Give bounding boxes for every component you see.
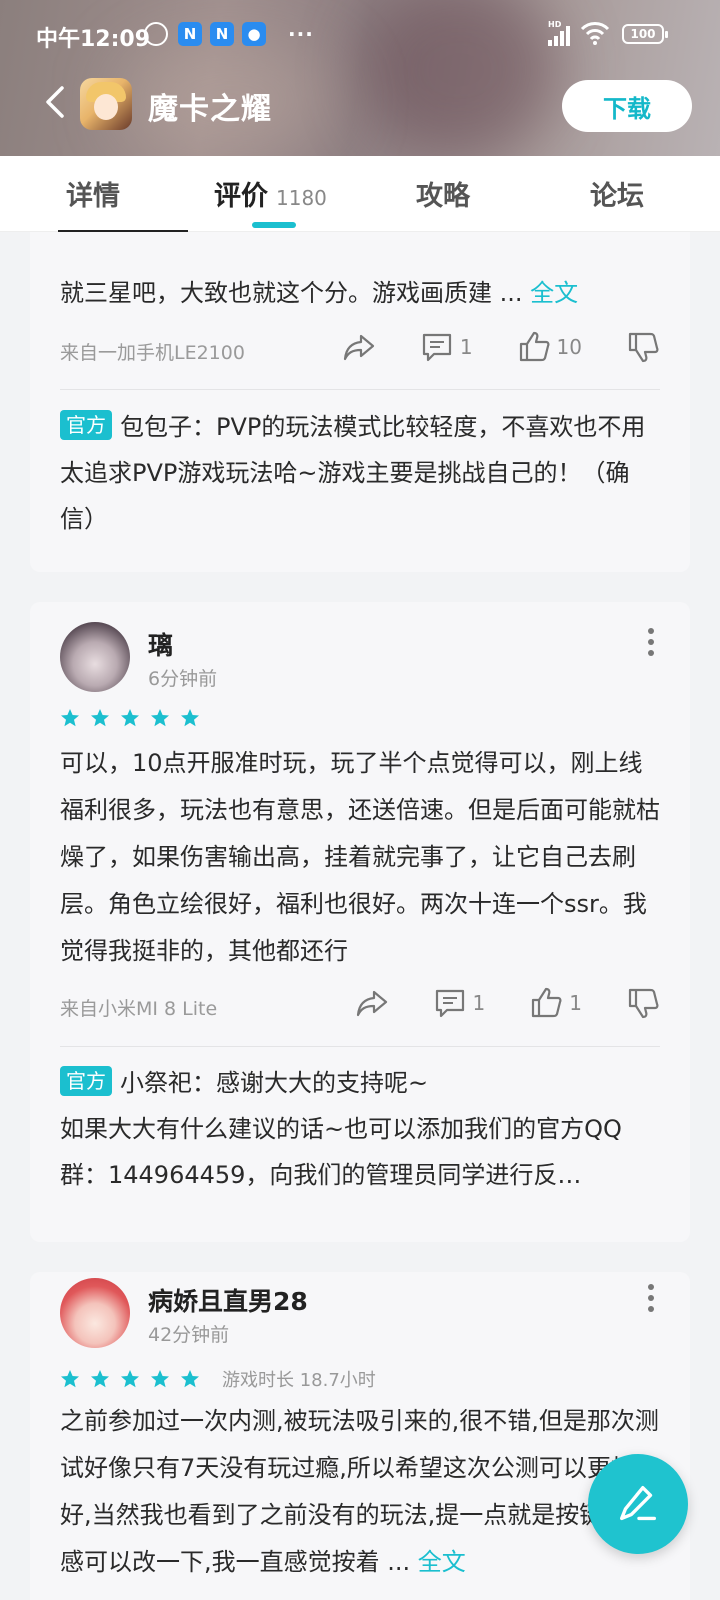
official-reply-text: 小祭祀：感谢大大的支持呢~ bbox=[120, 1069, 429, 1097]
tab-reviews[interactable]: 评价 1180 bbox=[214, 174, 327, 213]
avatar[interactable] bbox=[60, 1278, 130, 1348]
back-arrow-icon[interactable] bbox=[40, 84, 74, 120]
tab-guides[interactable]: 攻略 bbox=[416, 174, 470, 213]
star-icon bbox=[61, 709, 79, 727]
star-rating bbox=[60, 708, 200, 728]
star-icon bbox=[91, 709, 109, 727]
share-icon bbox=[356, 990, 387, 1017]
avatar[interactable] bbox=[60, 622, 130, 692]
star-icon bbox=[121, 1370, 139, 1388]
like-count: 1 bbox=[569, 991, 582, 1015]
review-text-body: 就三星吧，大致也就这个分。游戏画质建 ... bbox=[60, 279, 531, 307]
official-badge: 官方 bbox=[60, 1066, 112, 1096]
thumbs-up-icon bbox=[519, 331, 550, 362]
review-card: 病娇且直男28 42分钟前 游戏时长 18.7小时 之前参加过一次内测,被玩法吸… bbox=[30, 1272, 690, 1600]
status-time: 中午12:09 bbox=[36, 27, 151, 52]
like-button[interactable]: 10 bbox=[517, 330, 582, 364]
review-text-body: 之前参加过一次内测,被玩法吸引来的,很不错,但是那次测试好像只有7天没有玩过瘾,… bbox=[60, 1407, 659, 1576]
comment-icon bbox=[422, 333, 451, 362]
star-icon bbox=[61, 1370, 79, 1388]
official-reply-text: 包包子：PVP的玩法模式比较轻度，不喜欢也不用太追求PVP游戏玩法哈~游戏主要是… bbox=[60, 413, 646, 533]
more-notifications-icon: ··· bbox=[288, 22, 314, 46]
status-bar: 中午12:09 N N ● ··· HD 100 bbox=[0, 0, 720, 70]
comment-button[interactable]: 1 bbox=[420, 330, 473, 364]
review-time: 42分钟前 bbox=[148, 1324, 230, 1346]
notification-app-icon: ● bbox=[242, 22, 266, 46]
tab-active-indicator bbox=[252, 222, 296, 228]
notification-n-icon: N bbox=[210, 22, 234, 46]
official-badge: 官方 bbox=[60, 410, 112, 440]
review-time: 6分钟前 bbox=[148, 668, 218, 690]
write-review-button[interactable] bbox=[588, 1454, 688, 1554]
tab-details[interactable]: 详情 bbox=[66, 174, 120, 213]
dislike-button[interactable] bbox=[626, 330, 660, 364]
comment-button[interactable]: 1 bbox=[433, 986, 486, 1020]
download-button[interactable]: 下载 bbox=[562, 80, 692, 132]
battery-icon: 100 bbox=[622, 24, 668, 44]
read-more-link[interactable]: 全文 bbox=[530, 279, 578, 307]
read-more-link[interactable]: 全文 bbox=[418, 1548, 466, 1576]
alarm-icon bbox=[144, 22, 168, 46]
username[interactable]: 璃 bbox=[148, 626, 173, 662]
share-button[interactable] bbox=[355, 986, 389, 1020]
more-options-icon[interactable] bbox=[648, 1284, 656, 1312]
divider bbox=[60, 389, 660, 390]
review-card: 就三星吧，大致也就这个分。游戏画质建 ... 全文 来自一加手机LE2100 1… bbox=[30, 232, 690, 572]
review-card: 璃 6分钟前 可以，10点开服准时玩，玩了半个点觉得可以，刚上线福利很多，玩法也… bbox=[30, 602, 690, 1242]
official-reply[interactable]: 官方 包包子：PVP的玩法模式比较轻度，不喜欢也不用太追求PVP游戏玩法哈~游戏主… bbox=[60, 404, 660, 542]
star-icon bbox=[151, 709, 169, 727]
comment-icon bbox=[435, 989, 464, 1018]
star-icon bbox=[151, 1370, 169, 1388]
star-icon bbox=[181, 709, 199, 727]
star-icon bbox=[181, 1370, 199, 1388]
comment-count: 1 bbox=[472, 991, 486, 1015]
signal-icon bbox=[548, 24, 570, 46]
comment-count: 1 bbox=[459, 335, 473, 359]
pen-icon bbox=[620, 1486, 656, 1521]
tab-reviews-count: 1180 bbox=[276, 186, 327, 210]
official-reply-text: 如果大大有什么建议的话~也可以添加我们的官方QQ群：144964459，向我们的… bbox=[60, 1115, 622, 1189]
thumbs-up-icon bbox=[532, 987, 562, 1018]
review-text[interactable]: 就三星吧，大致也就这个分。游戏画质建 ... 全文 bbox=[60, 270, 660, 317]
tab-reviews-label: 评价 bbox=[214, 181, 268, 212]
share-icon bbox=[343, 334, 374, 361]
like-button[interactable]: 1 bbox=[529, 986, 582, 1020]
official-reply[interactable]: 官方 小祭祀：感谢大大的支持呢~ 如果大大有什么建议的话~也可以添加我们的官方QQ… bbox=[60, 1060, 660, 1204]
star-icon bbox=[121, 709, 139, 727]
username[interactable]: 病娇且直男28 bbox=[148, 1282, 308, 1318]
thumbs-down-icon bbox=[628, 332, 659, 363]
device-label: 来自小米MI 8 Lite bbox=[60, 998, 218, 1020]
app-icon-face bbox=[94, 94, 118, 120]
share-button[interactable] bbox=[342, 330, 376, 364]
app-title: 魔卡之耀 bbox=[148, 92, 272, 127]
notification-n-icon: N bbox=[178, 22, 202, 46]
review-text[interactable]: 可以，10点开服准时玩，玩了半个点觉得可以，刚上线福利很多，玩法也有意思，还送倍… bbox=[60, 740, 660, 975]
star-icon bbox=[91, 1370, 109, 1388]
wifi-icon bbox=[580, 22, 610, 45]
like-count: 10 bbox=[556, 335, 582, 359]
star-rating: 游戏时长 18.7小时 bbox=[60, 1366, 376, 1392]
app-header: 中午12:09 N N ● ··· HD 100 魔卡之耀 下载 bbox=[0, 0, 720, 156]
review-actions: 1 1 bbox=[311, 986, 660, 1020]
official-reply-line: 官方 小祭祀：感谢大大的支持呢~ bbox=[60, 1060, 660, 1106]
device-label: 来自一加手机LE2100 bbox=[60, 342, 245, 364]
review-actions: 1 10 bbox=[298, 330, 660, 364]
playtime-label: 游戏时长 18.7小时 bbox=[222, 1370, 376, 1391]
more-options-icon[interactable] bbox=[648, 628, 656, 656]
divider bbox=[60, 1046, 660, 1047]
dislike-button[interactable] bbox=[626, 986, 660, 1020]
app-icon bbox=[80, 78, 132, 130]
review-text[interactable]: 之前参加过一次内测,被玩法吸引来的,很不错,但是那次测试好像只有7天没有玩过瘾,… bbox=[60, 1398, 660, 1586]
tab-bar: 详情 评价 1180 攻略 论坛 bbox=[0, 156, 720, 232]
thumbs-down-icon bbox=[628, 988, 659, 1019]
tab-forum[interactable]: 论坛 bbox=[590, 174, 644, 213]
